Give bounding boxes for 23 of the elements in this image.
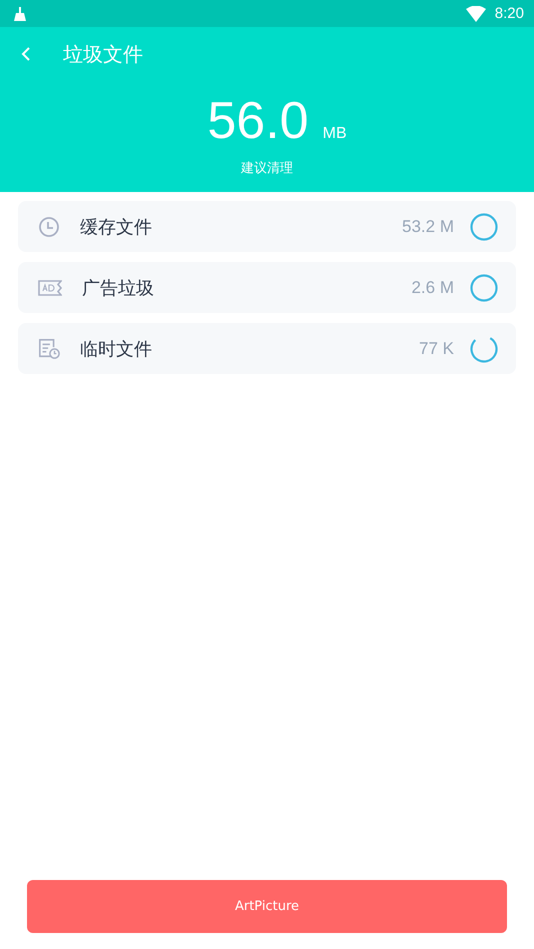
- item-label: 缓存文件: [80, 216, 153, 238]
- clock-icon: [38, 216, 60, 238]
- item-size: 53.2 M: [402, 216, 454, 236]
- item-size: 2.6 M: [411, 278, 454, 298]
- junk-unit: MB: [322, 125, 347, 143]
- page-title: 垃圾文件: [63, 40, 143, 68]
- item-label: 广告垃圾: [82, 276, 155, 300]
- junk-item[interactable]: 临时文件 77 K: [18, 323, 516, 374]
- wifi-icon: [466, 6, 486, 22]
- junk-total: 56.0: [207, 95, 309, 147]
- select-circle-icon[interactable]: [470, 274, 498, 302]
- ad-ticket-icon: [38, 280, 62, 296]
- status-time: 8:20: [494, 5, 524, 22]
- junk-item[interactable]: 缓存文件 53.2 M: [18, 201, 516, 252]
- document-clock-icon: [38, 338, 60, 360]
- broom-icon: [14, 6, 26, 20]
- loading-spinner-icon[interactable]: [470, 334, 498, 362]
- clean-hint: 建议清理: [241, 160, 293, 177]
- select-circle-icon[interactable]: [470, 212, 498, 240]
- junk-item[interactable]: 广告垃圾 2.6 M: [18, 262, 516, 313]
- item-size: 77 K: [419, 338, 454, 358]
- back-icon[interactable]: [21, 46, 31, 62]
- item-label: 临时文件: [80, 338, 153, 360]
